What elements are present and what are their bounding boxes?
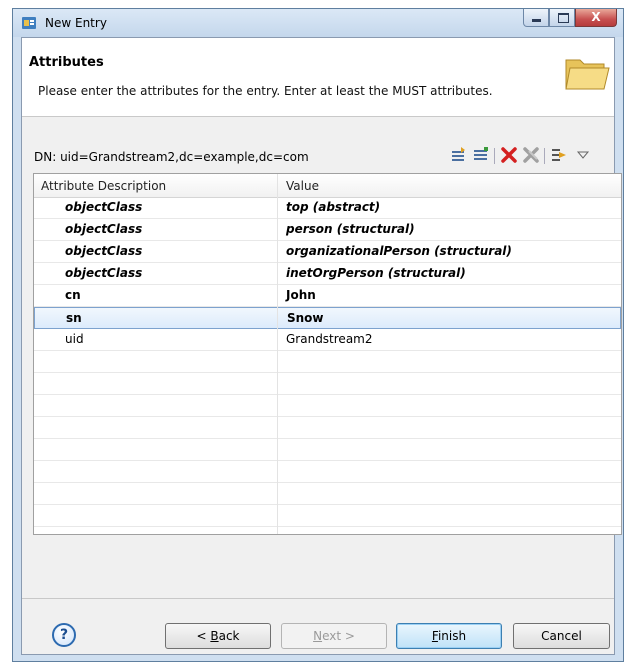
new-entry-app-icon — [22, 17, 36, 29]
toolbar-separator — [494, 148, 495, 164]
column-header-value[interactable]: Value — [286, 179, 319, 193]
folder-icon — [565, 59, 610, 90]
wizard-header: Attributes Please enter the attributes f… — [22, 38, 614, 117]
value-cell[interactable]: John — [286, 288, 316, 302]
table-row[interactable]: objectClass top (abstract) — [34, 197, 621, 219]
delete-all-button[interactable] — [522, 146, 540, 164]
attribute-cell: objectClass — [65, 200, 143, 214]
attribute-cell: objectClass — [65, 244, 143, 258]
attribute-cell: objectClass — [65, 266, 143, 280]
table-row[interactable]: objectClass person (structural) — [34, 219, 621, 241]
back-prefix: < — [196, 629, 211, 643]
page-title: Attributes — [29, 55, 104, 70]
value-cell[interactable]: top (abstract) — [286, 200, 380, 214]
value-cell[interactable]: person (structural) — [286, 222, 415, 236]
dialog-body: Attributes Please enter the attributes f… — [21, 37, 622, 655]
minimize-icon — [532, 19, 541, 22]
next-label: ext > — [322, 629, 355, 643]
column-divider[interactable] — [277, 174, 278, 534]
delete-icon — [501, 147, 517, 163]
next-button[interactable]: Next > — [281, 623, 387, 649]
back-label: ack — [218, 629, 240, 643]
view-menu-button[interactable] — [574, 146, 592, 164]
finish-button[interactable]: Finish — [396, 623, 502, 649]
new-value-button[interactable] — [472, 146, 490, 164]
attribute-cell: cn — [65, 288, 81, 302]
toolbar-separator — [544, 148, 545, 164]
table-header: Attribute Description Value — [34, 174, 621, 198]
dn-label: DN: uid=Grandstream2,dc=example,dc=com — [34, 150, 309, 164]
window-title: New Entry — [45, 16, 107, 30]
close-button[interactable]: X — [575, 9, 617, 27]
attribute-cell: objectClass — [65, 222, 143, 236]
help-button[interactable]: ? — [52, 623, 76, 647]
value-cell[interactable]: inetOrgPerson (structural) — [286, 266, 466, 280]
new-value-icon — [474, 147, 488, 160]
empty-row — [34, 439, 621, 461]
table-row[interactable]: uid Grandstream2 — [34, 329, 621, 351]
title-bar[interactable]: New Entry X — [13, 9, 623, 37]
footer-divider — [22, 598, 614, 599]
window-controls: X — [523, 9, 617, 29]
finish-label: inish — [437, 629, 467, 643]
new-entry-dialog: New Entry X Attributes Please enter the … — [12, 8, 624, 662]
delete-all-icon — [523, 147, 539, 163]
back-button[interactable]: < Back — [165, 623, 271, 649]
next-mnemonic: N — [313, 629, 323, 643]
empty-row — [34, 483, 621, 505]
empty-row — [34, 505, 621, 527]
table-row[interactable]: cn John — [34, 285, 621, 307]
page-description: Please enter the attributes for the entr… — [38, 84, 493, 98]
edit-value-icon — [552, 149, 566, 161]
close-icon: X — [591, 10, 601, 24]
attribute-cell: uid — [65, 332, 84, 346]
empty-row — [34, 417, 621, 439]
cancel-button[interactable]: Cancel — [513, 623, 610, 649]
edit-value-button[interactable] — [550, 146, 568, 164]
empty-row — [34, 351, 621, 373]
minimize-button[interactable] — [523, 9, 549, 27]
delete-button[interactable] — [500, 146, 518, 164]
attribute-cell: sn — [66, 311, 82, 325]
empty-row — [34, 373, 621, 395]
new-attribute-icon — [452, 147, 465, 161]
empty-row — [34, 461, 621, 483]
column-header-attribute[interactable]: Attribute Description — [41, 179, 166, 193]
table-row[interactable]: objectClass inetOrgPerson (structural) — [34, 263, 621, 285]
back-mnemonic: B — [210, 629, 219, 643]
empty-row — [34, 395, 621, 417]
new-attribute-button[interactable] — [450, 146, 468, 164]
table-row-selected[interactable]: sn Snow — [34, 307, 621, 329]
view-menu-icon — [576, 151, 590, 159]
attributes-table: Attribute Description Value objectClass … — [33, 173, 622, 535]
value-cell[interactable]: organizationalPerson (structural) — [286, 244, 512, 258]
value-cell[interactable]: Grandstream2 — [286, 332, 373, 346]
maximize-icon — [558, 13, 569, 23]
table-row[interactable]: objectClass organizationalPerson (struct… — [34, 241, 621, 263]
maximize-button[interactable] — [549, 9, 575, 27]
value-cell[interactable]: Snow — [287, 311, 324, 325]
